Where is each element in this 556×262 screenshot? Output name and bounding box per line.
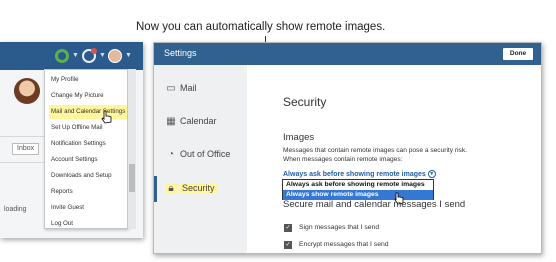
caption: Now you can automatically show remote im… xyxy=(136,21,386,33)
nav-item-security[interactable]: 🔒︎ Security xyxy=(154,176,247,202)
loading-text: loading xyxy=(4,206,27,213)
images-description-2: When messages contain remote images: xyxy=(283,156,403,163)
chevron-down-icon: ▼ xyxy=(427,170,436,178)
menu-scrollbar[interactable] xyxy=(128,69,136,229)
nav-item-label: Out of Office xyxy=(180,149,231,159)
nav-item-calendar[interactable]: ▦ Calendar xyxy=(154,109,247,135)
profile-avatar xyxy=(14,78,40,104)
calendar-icon: ▦ xyxy=(166,116,176,127)
top-bar: ▼ ▼ ▼ xyxy=(0,42,143,70)
menu-item-change-picture[interactable]: Change My Picture xyxy=(49,89,127,103)
status-chevron-down-icon[interactable]: ▼ xyxy=(72,52,79,59)
option-always-ask[interactable]: Always ask before showing remote images xyxy=(283,180,433,190)
menu-item-my-profile[interactable]: My Profile xyxy=(49,73,127,87)
select-value: Always ask before showing remote images xyxy=(283,170,426,178)
secure-heading: Secure mail and calendar messages I send xyxy=(283,199,466,210)
account-menu: My Profile Change My Picture Mail and Ca… xyxy=(44,69,128,229)
menu-item-account-settings[interactable]: Account Settings xyxy=(49,153,127,167)
section-title: Security xyxy=(283,95,327,109)
nav-item-out-of-office[interactable]: ◔ Out of Office xyxy=(154,142,247,168)
images-heading: Images xyxy=(283,132,315,143)
nav-item-label: Calendar xyxy=(180,116,217,126)
menu-item-invite-guest[interactable]: Invite Guest xyxy=(49,201,127,215)
help-chevron-down-icon[interactable]: ▼ xyxy=(99,52,106,59)
remote-images-options: Always ask before showing remote images … xyxy=(282,179,434,200)
images-description: Messages that contain remote images can … xyxy=(283,147,467,154)
status-icon[interactable] xyxy=(55,49,69,63)
menu-item-offline-mail[interactable]: Set Up Offline Mail xyxy=(49,121,127,135)
done-button[interactable]: Done xyxy=(503,48,533,60)
checkbox-label: Sign messages that I send xyxy=(299,224,380,231)
nav-item-label: Security xyxy=(180,183,217,193)
avatar-icon[interactable] xyxy=(108,49,122,63)
help-icon[interactable] xyxy=(82,48,97,63)
inbox-dropdown[interactable]: Inbox xyxy=(12,143,40,155)
nav-item-mail[interactable]: ▭ Mail xyxy=(154,76,247,102)
checkbox-label: Encrypt messages that I send xyxy=(299,241,389,248)
menu-item-reports[interactable]: Reports xyxy=(49,185,127,199)
settings-header: Settings Done xyxy=(154,43,541,65)
hand-cursor-icon xyxy=(101,110,112,124)
menu-item-downloads-setup[interactable]: Downloads and Setup xyxy=(49,169,127,183)
menu-item-notification-settings[interactable]: Notification Settings xyxy=(49,137,127,151)
remote-images-select[interactable]: Always ask before showing remote images ▼ xyxy=(283,170,436,178)
checkbox-checked-icon[interactable]: ✓ xyxy=(284,241,292,249)
avatar-chevron-down-icon[interactable]: ▼ xyxy=(125,52,132,59)
divider xyxy=(0,162,44,163)
menu-item-log-out[interactable]: Log Out xyxy=(49,217,127,231)
scrollbar-thumb[interactable] xyxy=(129,164,135,192)
menu-item-mail-calendar-settings[interactable]: Mail and Calendar Settings xyxy=(49,105,127,119)
divider xyxy=(0,136,44,137)
nav-item-label: Mail xyxy=(180,83,197,93)
settings-title: Settings xyxy=(164,48,197,58)
out-of-office-icon: ◔ xyxy=(167,149,175,160)
mail-icon: ▭ xyxy=(166,83,176,94)
settings-dialog: Settings Done ▭ Mail ▦ Calendar ◔ Out of… xyxy=(153,42,542,254)
settings-content: Security Images Messages that contain re… xyxy=(247,65,541,253)
lock-icon: 🔒︎ xyxy=(165,183,177,194)
checkbox-checked-icon[interactable]: ✓ xyxy=(284,224,292,232)
settings-nav: ▭ Mail ▦ Calendar ◔ Out of Office 🔒︎ Sec… xyxy=(154,65,247,253)
